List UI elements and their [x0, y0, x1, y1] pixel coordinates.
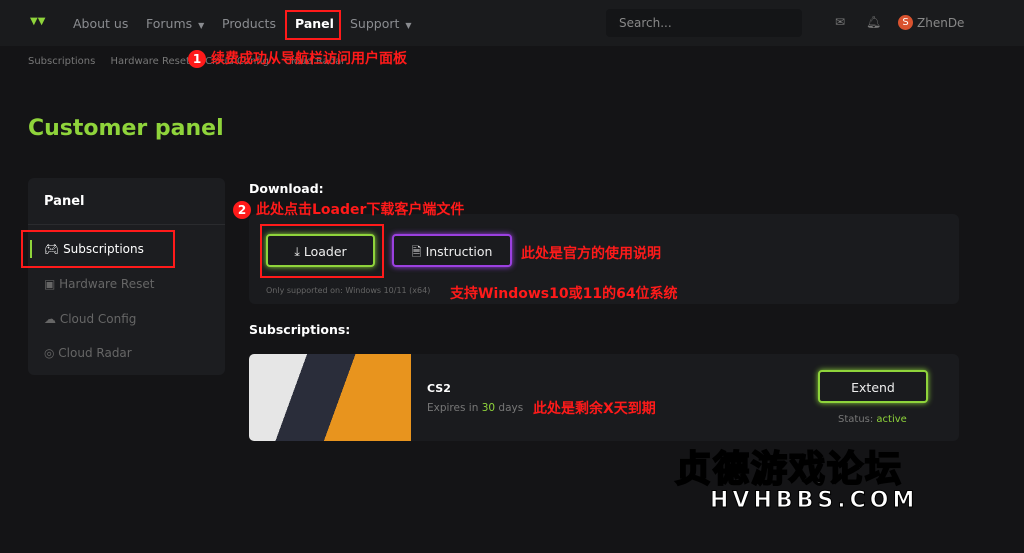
- nav-support[interactable]: Support ▼: [350, 16, 412, 31]
- product-name: CS2: [427, 382, 451, 395]
- sidebar-heading: Panel: [44, 194, 85, 209]
- nav-forums[interactable]: Forums ▼: [146, 16, 204, 31]
- divider: [28, 224, 225, 225]
- caret-down-icon: ▼: [405, 21, 412, 30]
- annotation-2: 2 此处点击Loader下载客户端文件: [233, 199, 464, 219]
- breadcrumb-item[interactable]: Subscriptions: [28, 56, 95, 67]
- caret-down-icon: ▼: [198, 21, 205, 30]
- document-icon: 🗎: [411, 244, 422, 259]
- sidebar-item-hardware-reset[interactable]: ▣ Hardware Reset: [44, 277, 154, 291]
- instruction-label: Instruction: [425, 244, 493, 259]
- status-badge: active: [876, 414, 907, 425]
- step-number: 2: [233, 201, 251, 219]
- search-input[interactable]: Search...: [606, 9, 802, 37]
- support-note: Only supported on: Windows 10/11 (x64): [266, 286, 431, 295]
- watermark-logo: 贞德游戏论坛: [674, 448, 904, 491]
- annotation-1: 1 续费成功从导航栏访问用户面板: [188, 48, 407, 68]
- sidebar-item-cloud-radar[interactable]: ◎ Cloud Radar: [44, 346, 132, 360]
- extend-button[interactable]: Extend: [818, 370, 928, 403]
- annotation-text: 此处点击Loader下载客户端文件: [256, 202, 465, 218]
- watermark-site: HVHBBS.COM: [709, 488, 919, 514]
- logo-icon[interactable]: ▼▼: [30, 16, 45, 27]
- top-nav: ▼▼ About us Forums ▼ Products Panel Suppo…: [0, 0, 1024, 46]
- sidebar-item-cloud-config[interactable]: ☁ Cloud Config: [44, 312, 136, 326]
- nav-about[interactable]: About us: [73, 16, 128, 31]
- annotation-text: 续费成功从导航栏访问用户面板: [211, 51, 407, 67]
- expiry-suffix: days: [498, 402, 524, 414]
- avatar[interactable]: S: [898, 15, 913, 30]
- highlight-box: [21, 230, 175, 268]
- highlight-box: [285, 10, 341, 40]
- annotation-5: 此处是剩余X天到期: [533, 401, 656, 417]
- status-label: Status:: [838, 414, 874, 425]
- mail-icon[interactable]: ✉: [835, 15, 845, 29]
- annotation-4: 支持Windows10或11的64位系统: [450, 286, 678, 302]
- bell-icon[interactable]: 🔔︎: [866, 15, 881, 29]
- highlight-box: [260, 224, 384, 278]
- page-title: Customer panel: [28, 116, 224, 141]
- user-name[interactable]: ZhenDe: [917, 16, 964, 30]
- download-heading: Download:: [249, 181, 324, 196]
- cs2-cover-image: [249, 354, 411, 441]
- breadcrumb-item[interactable]: Hardware Reset: [111, 56, 190, 67]
- subscriptions-heading: Subscriptions:: [249, 322, 351, 337]
- expiry-prefix: Expires in: [427, 402, 479, 414]
- expiry-text: Expires in 30 days: [427, 402, 523, 414]
- nav-support-label: Support: [350, 16, 400, 31]
- step-number: 1: [188, 50, 206, 68]
- status-text: Status: active: [838, 414, 907, 425]
- nav-forums-label: Forums: [146, 16, 193, 31]
- sidebar-item-label: Cloud Config: [59, 312, 137, 326]
- sidebar-item-label: Cloud Radar: [58, 346, 132, 360]
- sidebar-item-label: Hardware Reset: [59, 277, 155, 291]
- annotation-3: 此处是官方的使用说明: [521, 246, 661, 262]
- nav-products[interactable]: Products: [222, 16, 276, 31]
- instruction-button[interactable]: 🗎 Instruction: [392, 234, 512, 267]
- expiry-days: 30: [481, 402, 496, 414]
